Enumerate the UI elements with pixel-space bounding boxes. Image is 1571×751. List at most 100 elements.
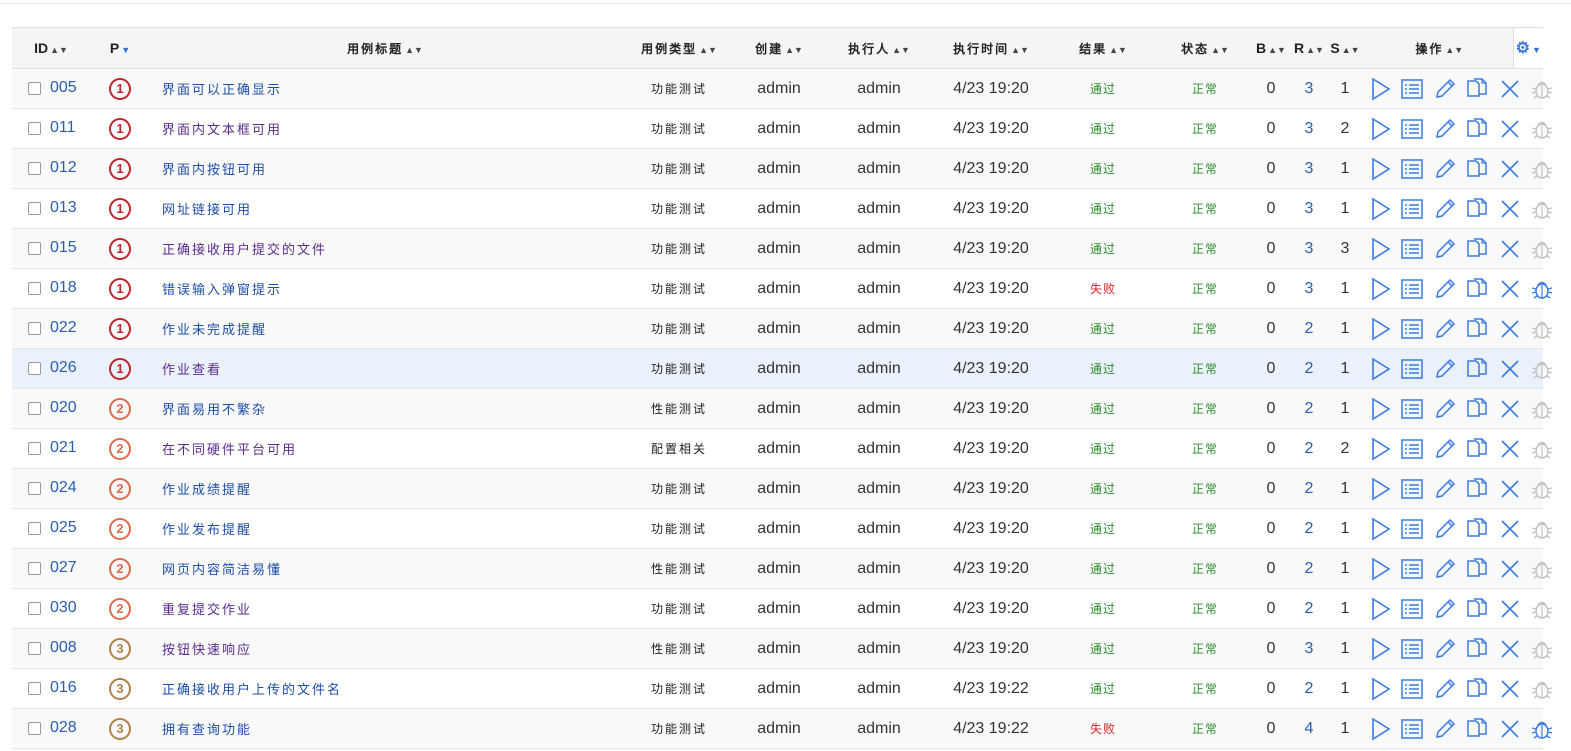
- bug-icon[interactable]: [1530, 557, 1554, 581]
- result-count-link[interactable]: 3: [1305, 80, 1314, 97]
- col-header-bugs[interactable]: B ▲▼: [1248, 27, 1294, 69]
- table-row[interactable]: 027 2 网页内容简洁易懂 性能测试 admin admin 4/23 19:…: [12, 548, 1553, 589]
- copy-icon[interactable]: [1465, 397, 1489, 421]
- case-id-link[interactable]: 020: [50, 399, 77, 416]
- bug-icon[interactable]: [1530, 277, 1554, 301]
- table-row[interactable]: 021 2 在不同硬件平台可用 配置相关 admin admin 4/23 19…: [12, 428, 1553, 469]
- table-row[interactable]: 008 3 按钮快速响应 性能测试 admin admin 4/23 19:20…: [12, 628, 1553, 669]
- table-row[interactable]: 024 2 作业成绩提醒 功能测试 admin admin 4/23 19:20…: [12, 468, 1553, 509]
- case-title-link[interactable]: 网页内容简洁易懂: [150, 548, 620, 589]
- case-id-link[interactable]: 026: [50, 359, 77, 376]
- play-icon[interactable]: [1368, 317, 1392, 341]
- case-title-link[interactable]: 拥有查询功能: [150, 708, 620, 749]
- list-icon[interactable]: [1400, 557, 1424, 581]
- close-icon[interactable]: [1498, 277, 1522, 301]
- case-id-link[interactable]: 022: [50, 319, 77, 336]
- row-checkbox[interactable]: [28, 201, 41, 215]
- play-icon[interactable]: [1368, 237, 1392, 261]
- case-title-link[interactable]: 界面内按钮可用: [150, 148, 620, 189]
- case-title-link[interactable]: 界面内文本框可用: [150, 108, 620, 149]
- row-checkbox[interactable]: [28, 481, 41, 495]
- row-checkbox[interactable]: [28, 521, 41, 535]
- play-icon[interactable]: [1368, 157, 1392, 181]
- case-title-link[interactable]: 界面易用不繁杂: [150, 388, 620, 429]
- table-row[interactable]: 022 1 作业未完成提醒 功能测试 admin admin 4/23 19:2…: [12, 308, 1553, 349]
- col-header-results[interactable]: R ▲▼: [1294, 27, 1324, 69]
- col-header-creator[interactable]: 创建 ▲▼: [738, 27, 820, 69]
- col-header-result[interactable]: 结果 ▲▼: [1044, 27, 1162, 69]
- case-id-link[interactable]: 021: [50, 439, 77, 456]
- bug-icon[interactable]: [1530, 117, 1554, 141]
- close-icon[interactable]: [1498, 557, 1522, 581]
- close-icon[interactable]: [1498, 237, 1522, 261]
- row-checkbox[interactable]: [28, 401, 41, 415]
- bug-icon[interactable]: [1530, 357, 1554, 381]
- result-count-link[interactable]: 4: [1305, 720, 1314, 737]
- case-title-link[interactable]: 在不同硬件平台可用: [150, 428, 620, 469]
- bug-icon[interactable]: [1530, 237, 1554, 261]
- result-count-link[interactable]: 2: [1305, 440, 1314, 457]
- result-count-link[interactable]: 2: [1305, 600, 1314, 617]
- case-title-link[interactable]: 按钮快速响应: [150, 628, 620, 669]
- row-checkbox[interactable]: [28, 321, 41, 335]
- col-header-priority[interactable]: P ▼: [90, 27, 150, 69]
- table-row[interactable]: 025 2 作业发布提醒 功能测试 admin admin 4/23 19:20…: [12, 508, 1553, 549]
- pencil-icon[interactable]: [1433, 237, 1457, 261]
- result-count-link[interactable]: 3: [1305, 240, 1314, 257]
- list-icon[interactable]: [1400, 637, 1424, 661]
- play-icon[interactable]: [1368, 357, 1392, 381]
- pencil-icon[interactable]: [1433, 437, 1457, 461]
- close-icon[interactable]: [1498, 717, 1522, 741]
- result-count-link[interactable]: 3: [1305, 200, 1314, 217]
- copy-icon[interactable]: [1465, 517, 1489, 541]
- case-id-link[interactable]: 027: [50, 559, 77, 576]
- pencil-icon[interactable]: [1433, 117, 1457, 141]
- row-checkbox[interactable]: [28, 441, 41, 455]
- row-checkbox[interactable]: [28, 641, 41, 655]
- play-icon[interactable]: [1368, 397, 1392, 421]
- play-icon[interactable]: [1368, 557, 1392, 581]
- bug-icon[interactable]: [1530, 317, 1554, 341]
- copy-icon[interactable]: [1465, 557, 1489, 581]
- table-row[interactable]: 028 3 拥有查询功能 功能测试 admin admin 4/23 19:22…: [12, 708, 1553, 749]
- case-title-link[interactable]: 网址链接可用: [150, 188, 620, 229]
- result-count-link[interactable]: 2: [1305, 320, 1314, 337]
- bug-icon[interactable]: [1530, 677, 1554, 701]
- close-icon[interactable]: [1498, 317, 1522, 341]
- pencil-icon[interactable]: [1433, 277, 1457, 301]
- row-checkbox[interactable]: [28, 721, 41, 735]
- table-row[interactable]: 026 1 作业查看 功能测试 admin admin 4/23 19:20 通…: [12, 348, 1553, 389]
- result-count-link[interactable]: 3: [1305, 120, 1314, 137]
- play-icon[interactable]: [1368, 77, 1392, 101]
- pencil-icon[interactable]: [1433, 477, 1457, 501]
- bug-icon[interactable]: [1530, 77, 1554, 101]
- pencil-icon[interactable]: [1433, 397, 1457, 421]
- copy-icon[interactable]: [1465, 597, 1489, 621]
- play-icon[interactable]: [1368, 597, 1392, 621]
- bug-icon[interactable]: [1530, 717, 1554, 741]
- case-title-link[interactable]: 正确接收用户上传的文件名: [150, 668, 620, 709]
- row-checkbox[interactable]: [28, 681, 41, 695]
- pencil-icon[interactable]: [1433, 197, 1457, 221]
- result-count-link[interactable]: 2: [1305, 400, 1314, 417]
- pencil-icon[interactable]: [1433, 317, 1457, 341]
- bug-icon[interactable]: [1530, 597, 1554, 621]
- play-icon[interactable]: [1368, 197, 1392, 221]
- table-row[interactable]: 011 1 界面内文本框可用 功能测试 admin admin 4/23 19:…: [12, 108, 1553, 149]
- copy-icon[interactable]: [1465, 237, 1489, 261]
- play-icon[interactable]: [1368, 437, 1392, 461]
- col-header-steps[interactable]: S ▲▼: [1324, 27, 1366, 69]
- copy-icon[interactable]: [1465, 117, 1489, 141]
- row-checkbox[interactable]: [28, 561, 41, 575]
- case-id-link[interactable]: 025: [50, 519, 77, 536]
- bug-icon[interactable]: [1530, 437, 1554, 461]
- case-title-link[interactable]: 作业成绩提醒: [150, 468, 620, 509]
- list-icon[interactable]: [1400, 157, 1424, 181]
- column-settings-button[interactable]: ⚙ ▼: [1512, 27, 1543, 69]
- pencil-icon[interactable]: [1433, 157, 1457, 181]
- result-count-link[interactable]: 3: [1305, 160, 1314, 177]
- list-icon[interactable]: [1400, 117, 1424, 141]
- close-icon[interactable]: [1498, 157, 1522, 181]
- result-count-link[interactable]: 2: [1305, 680, 1314, 697]
- case-title-link[interactable]: 界面可以正确显示: [150, 68, 620, 109]
